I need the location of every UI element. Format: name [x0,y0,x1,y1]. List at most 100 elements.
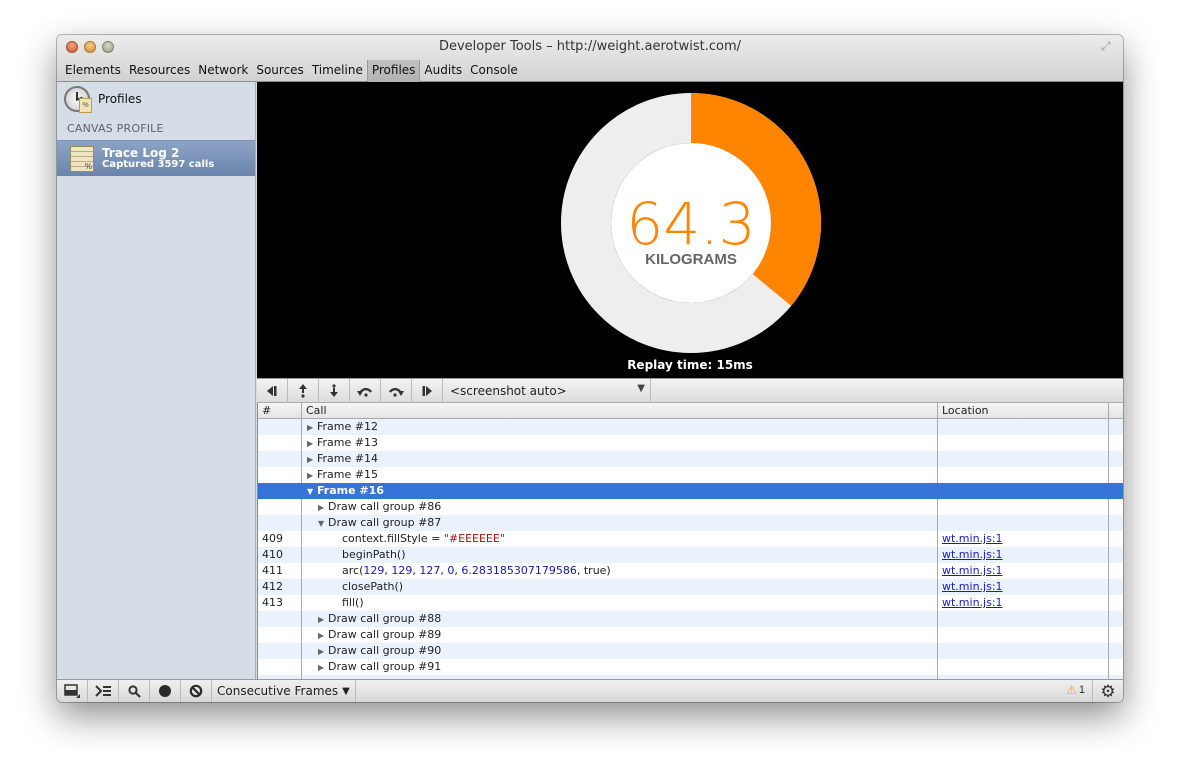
disclosure-expanded-icon[interactable]: ▼ [307,484,317,499]
table-row[interactable]: ▶ Draw call group #89 [258,627,1123,643]
location-cell [938,611,1109,627]
call-number: 411 [258,563,302,579]
tab-sources[interactable]: Sources [252,60,307,82]
step-over-button[interactable] [381,379,412,403]
location-cell [938,659,1109,675]
table-row[interactable]: ▶ Draw call group #86 [258,499,1123,515]
settings-button[interactable]: ⚙ [1092,680,1123,702]
call-number [258,611,302,627]
search-button[interactable] [119,679,150,702]
source-location-link[interactable]: wt.min.js:1 [942,564,1003,577]
tab-network[interactable]: Network [194,60,252,82]
screenshot-select[interactable]: <screenshot auto> ▼ [443,379,651,403]
step-back-icon [357,387,373,397]
location-cell [938,627,1109,643]
weight-unit: KILOGRAMS [645,251,737,268]
table-row[interactable]: ▼ Draw call group #87 [258,515,1123,531]
call-label: Frame #14 [317,452,378,465]
first-step-button[interactable] [257,379,288,403]
call-cell: fill() [302,595,938,611]
call-number: 409 [258,531,302,547]
tab-resources[interactable]: Resources [125,60,194,82]
call-cell: arc(129, 129, 127, 0, 6.283185307179586,… [302,563,938,579]
frames-select[interactable]: Consecutive Frames ▼ [212,679,356,702]
column-header-number[interactable]: # [258,403,302,418]
sidebar-item-trace-log[interactable]: % Trace Log 2 Captured 3597 calls [57,140,255,176]
warnings-counter[interactable]: ⚠ 1 [1066,683,1085,697]
warnings-count: 1 [1078,684,1085,696]
call-text: fill() [342,596,364,609]
disclosure-collapsed-icon[interactable]: ▶ [307,436,317,451]
call-cell: ▶ Frame #15 [302,467,938,483]
call-number [258,483,302,499]
step-back-button[interactable] [350,379,381,403]
call-cell: ▼ Draw call group #87 [302,515,938,531]
tab-audits[interactable]: Audits [420,60,466,82]
table-row[interactable]: ▶ Draw call group #90 [258,643,1123,659]
table-row[interactable]: ▶ Draw call group #91 [258,659,1123,675]
profiles-header: % Profiles [57,82,255,116]
source-location-link[interactable]: wt.min.js:1 [942,532,1003,545]
disclosure-expanded-icon[interactable]: ▼ [318,516,328,531]
disclosure-collapsed-icon[interactable]: ▶ [307,468,317,483]
disclosure-collapsed-icon[interactable]: ▶ [318,660,328,675]
call-cell: ▶ Draw call group #89 [302,627,938,643]
source-location-link[interactable]: wt.min.js:1 [942,548,1003,561]
source-location-link[interactable]: wt.min.js:1 [942,580,1003,593]
call-number [258,467,302,483]
disclosure-collapsed-icon[interactable]: ▶ [318,500,328,515]
location-cell [938,451,1109,467]
table-row[interactable]: 411 arc(129, 129, 127, 0, 6.2831853071795… [258,563,1123,579]
tab-timeline[interactable]: Timeline [308,60,367,82]
call-number [258,435,302,451]
last-step-button[interactable] [412,379,443,403]
call-label: Draw call group #90 [328,644,442,657]
call-cell: ▶ Draw call group #88 [302,611,938,627]
disclosure-collapsed-icon[interactable]: ▶ [318,628,328,643]
step-into-button[interactable] [319,379,350,403]
table-row[interactable]: 413 fill() wt.min.js:1 [258,595,1123,611]
console-prompt-icon [95,685,111,697]
title-bar: Developer Tools – http://weight.aerotwis… [57,35,1123,82]
trace-log-grid: # Call Location ▶ Frame #12 ▶ Frame #13 ▶ Fra… [257,403,1123,679]
disclosure-collapsed-icon[interactable]: ▶ [318,644,328,659]
call-cell: ▶ Frame #13 [302,435,938,451]
table-row[interactable]: ▶ Draw call group #88 [258,611,1123,627]
step-out-button[interactable] [288,379,319,403]
disclosure-collapsed-icon[interactable]: ▶ [307,420,317,435]
table-row[interactable]: ▶ Frame #13 [258,435,1123,451]
table-row[interactable]: 409 context.fillStyle = "#EEEEEE" wt.min.j… [258,531,1123,547]
number-literal: 129 [391,564,413,577]
call-label: Draw call group #87 [328,516,442,529]
record-button[interactable] [150,679,181,702]
table-row[interactable]: ▼ Frame #16 [258,483,1123,499]
tab-profiles[interactable]: Profiles [366,60,421,82]
step-over-icon [388,387,404,397]
call-label: Draw call group #89 [328,628,442,641]
call-label: Frame #16 [317,484,384,497]
dock-toggle-button[interactable] [57,679,88,702]
column-header-call[interactable]: Call [302,403,938,418]
location-cell [938,483,1109,499]
call-cell: ▶ Frame #14 [302,451,938,467]
disclosure-collapsed-icon[interactable]: ▶ [318,612,328,627]
tab-elements[interactable]: Elements [61,60,125,82]
table-row[interactable]: 412 closePath() wt.min.js:1 [258,579,1123,595]
call-cell: context.fillStyle = "#EEEEEE" [302,531,938,547]
disclosure-collapsed-icon[interactable]: ▶ [307,452,317,467]
console-drawer-button[interactable] [88,679,119,702]
table-row[interactable]: 410 beginPath() wt.min.js:1 [258,547,1123,563]
column-header-location[interactable]: Location [938,403,1109,418]
table-row[interactable]: ▶ Frame #15 [258,467,1123,483]
fullscreen-icon[interactable]: ⤢ [1101,39,1115,53]
call-number [258,627,302,643]
table-row[interactable]: ▶ Frame #14 [258,451,1123,467]
table-row[interactable]: ▶ Frame #12 [258,419,1123,435]
call-cell: ▶ Draw call group #86 [302,499,938,515]
location-cell [938,467,1109,483]
tab-console[interactable]: Console [466,60,522,82]
source-location-link[interactable]: wt.min.js:1 [942,596,1003,609]
call-number [258,499,302,515]
call-number: 410 [258,547,302,563]
clear-button[interactable] [181,679,212,702]
